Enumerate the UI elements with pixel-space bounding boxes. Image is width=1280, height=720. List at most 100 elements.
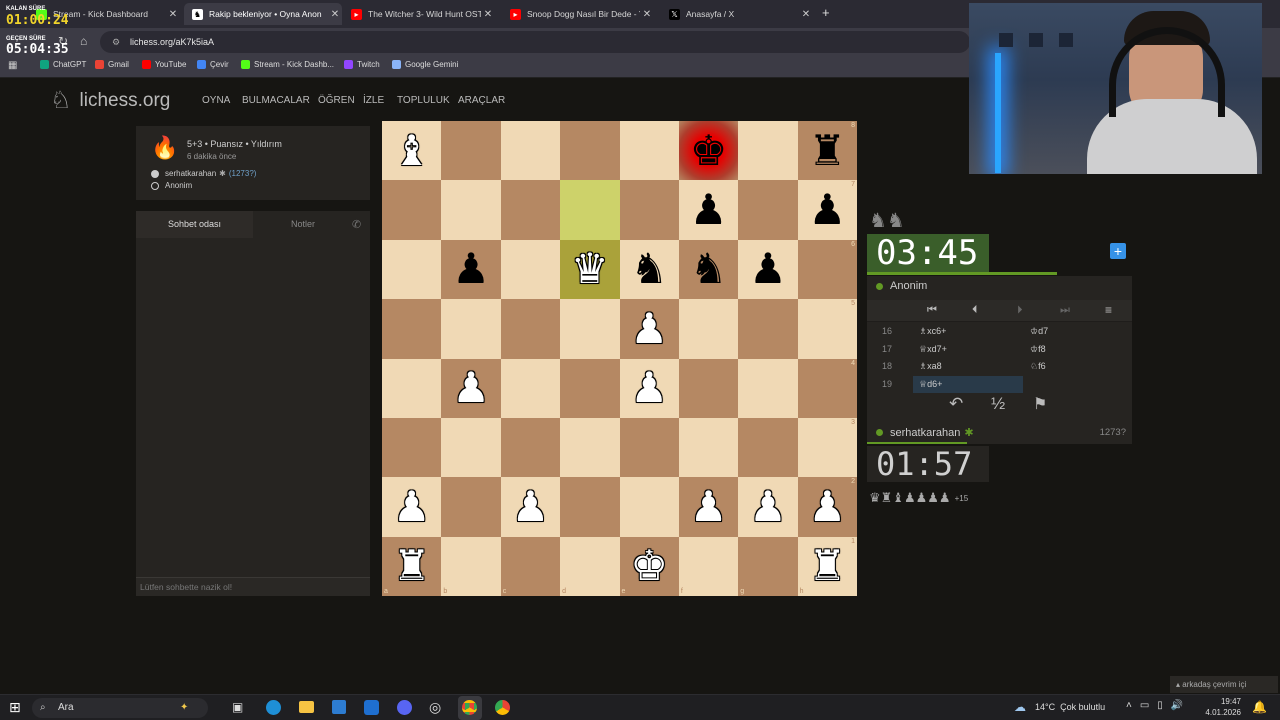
square-h2[interactable]: 2 ♟ xyxy=(797,477,857,537)
square-d3[interactable] xyxy=(560,417,620,478)
square-h7[interactable]: 7 ♟ xyxy=(797,180,857,240)
tab-chat[interactable]: Sohbet odası xyxy=(136,211,253,238)
square-e7[interactable] xyxy=(619,180,679,240)
square-b2[interactable] xyxy=(441,477,501,537)
tab-snoop[interactable]: ▸ Snoop Dogg Nasıl Bir Dede - Y ✕ xyxy=(502,3,654,25)
home-icon[interactable]: ⌂ xyxy=(80,34,87,48)
close-tab-icon[interactable]: ✕ xyxy=(799,9,813,20)
white-piece[interactable]: ♟ xyxy=(452,367,490,409)
square-d7[interactable] xyxy=(560,180,620,240)
edge-icon[interactable] xyxy=(266,700,281,715)
prev-move-icon[interactable]: ⏴ xyxy=(972,304,978,317)
square-b1[interactable]: b xyxy=(441,536,501,596)
white-piece[interactable]: ♟ xyxy=(512,485,550,528)
square-a3[interactable] xyxy=(382,417,442,478)
taskbar-search[interactable]: ⌕ Ara ✦ xyxy=(32,698,208,718)
tab-notes[interactable]: Notler xyxy=(253,211,353,238)
white-move[interactable]: ♗xa8 xyxy=(913,358,948,375)
apps-icon[interactable]: ▦ xyxy=(8,60,17,71)
square-d2[interactable] xyxy=(560,477,620,537)
nav-community[interactable]: TOPLULUK xyxy=(397,95,450,106)
square-g3[interactable] xyxy=(738,417,798,478)
white-piece[interactable]: ♟ xyxy=(749,485,787,528)
notification-icon[interactable]: 🔔 xyxy=(1252,700,1267,714)
square-h3[interactable]: 3 xyxy=(797,417,857,478)
square-g2[interactable]: ♟ xyxy=(738,477,798,537)
square-h6[interactable]: 6 xyxy=(797,239,857,300)
black-move[interactable]: ♘f6 xyxy=(1030,358,1046,375)
white-move[interactable]: ♕d6+ xyxy=(913,375,1023,393)
white-player-row[interactable]: serhatkarahan ✱ (1273?) xyxy=(151,169,256,178)
taskbar-time[interactable]: 19:47 xyxy=(1203,697,1241,706)
white-piece[interactable]: ♛ xyxy=(571,248,609,290)
square-d6[interactable]: ♛ xyxy=(560,239,620,300)
square-d1[interactable]: d xyxy=(560,536,620,596)
square-e3[interactable] xyxy=(619,417,679,478)
chessboard[interactable]: ♝ ♚ 8 ♜ ♟ 7 ♟ ♟ ♛ ♞ ♞ ♟ 6 ♟ 5 ♟ ♟ 4 3 ♟ ♟ ♟ ♟ 2 ♟ a ♜ b c d e ♚ f g 1 h ♜ xyxy=(382,121,857,596)
square-g8[interactable] xyxy=(738,121,798,181)
white-piece[interactable]: ♝ xyxy=(393,129,431,172)
square-b5[interactable] xyxy=(441,299,501,359)
white-piece[interactable]: ♟ xyxy=(690,485,728,528)
nav-learn[interactable]: ÖĞREN xyxy=(318,95,355,106)
bottom-player-row[interactable]: serhatkarahan ✱ 1273? xyxy=(876,426,1126,439)
square-c3[interactable] xyxy=(500,417,561,478)
chrome-profile-icon[interactable] xyxy=(495,700,510,715)
white-piece[interactable]: ♚ xyxy=(630,545,668,587)
square-d4[interactable] xyxy=(560,358,620,418)
square-b6[interactable]: ♟ xyxy=(441,239,501,300)
store-icon[interactable] xyxy=(332,700,346,714)
resign-flag-icon[interactable]: ⚑ xyxy=(1033,394,1047,414)
takeback-icon[interactable]: ↶ xyxy=(949,394,963,414)
square-c5[interactable] xyxy=(500,299,561,359)
black-piece[interactable]: ♜ xyxy=(808,129,846,172)
outlook-icon[interactable] xyxy=(364,700,379,715)
square-c4[interactable] xyxy=(500,358,561,418)
square-d5[interactable] xyxy=(560,299,620,359)
file-explorer-icon[interactable] xyxy=(299,701,314,713)
square-c1[interactable]: c xyxy=(500,536,561,596)
bookmark-gmail[interactable]: Gmail xyxy=(95,60,129,69)
url-input[interactable]: ⚙ lichess.org/aK7k5iaA xyxy=(100,31,970,53)
black-piece[interactable]: ♞ xyxy=(690,248,728,290)
square-a6[interactable] xyxy=(382,239,442,300)
square-h8[interactable]: 8 ♜ xyxy=(797,121,857,181)
white-piece[interactable]: ♜ xyxy=(393,545,431,587)
windows-start-icon[interactable]: ⊞ xyxy=(9,699,21,716)
nav-puzzles[interactable]: BULMACALAR xyxy=(242,95,310,106)
close-tab-icon[interactable]: ✕ xyxy=(481,9,495,20)
square-b8[interactable] xyxy=(441,121,501,181)
black-move[interactable]: ♔d7 xyxy=(1030,323,1048,340)
black-piece[interactable]: ♚ xyxy=(690,129,728,172)
square-h5[interactable]: 5 xyxy=(797,299,857,359)
next-move-icon[interactable]: ⏵ xyxy=(1017,304,1023,317)
chat-input[interactable]: Lütfen sohbette nazik ol! xyxy=(136,577,370,596)
white-piece[interactable]: ♟ xyxy=(630,307,668,350)
white-move[interactable]: ♗xc6+ xyxy=(913,323,952,340)
discord-icon[interactable] xyxy=(397,700,412,715)
black-piece[interactable]: ♟ xyxy=(690,189,728,231)
square-e6[interactable]: ♞ xyxy=(619,239,679,300)
square-f1[interactable]: f xyxy=(678,536,739,596)
nav-tools[interactable]: ARAÇLAR xyxy=(458,95,505,106)
square-a1[interactable]: a ♜ xyxy=(382,536,442,596)
add-time-button[interactable]: + xyxy=(1110,243,1126,259)
weather-text[interactable]: 14°C Çok bulutlu xyxy=(1035,702,1105,712)
square-f3[interactable] xyxy=(678,417,739,478)
square-f2[interactable]: ♟ xyxy=(678,477,739,537)
nav-play[interactable]: OYNA xyxy=(202,95,230,106)
black-move[interactable]: ♔f8 xyxy=(1030,341,1046,358)
phone-icon[interactable]: ✆ xyxy=(352,218,361,231)
task-view-icon[interactable]: ▣ xyxy=(232,700,243,714)
square-f7[interactable]: ♟ xyxy=(678,180,739,240)
square-f5[interactable] xyxy=(678,299,739,359)
square-a5[interactable] xyxy=(382,299,442,359)
bookmark-translate[interactable]: Çevir xyxy=(197,60,229,69)
site-info-icon[interactable]: ⚙ xyxy=(112,31,120,53)
square-f6[interactable]: ♞ xyxy=(678,239,739,300)
square-d8[interactable] xyxy=(560,121,620,181)
bookmark-twitch[interactable]: Twitch xyxy=(344,60,380,69)
square-e1[interactable]: e ♚ xyxy=(619,536,679,596)
chrome-icon[interactable] xyxy=(462,700,477,715)
square-b7[interactable] xyxy=(441,180,501,240)
